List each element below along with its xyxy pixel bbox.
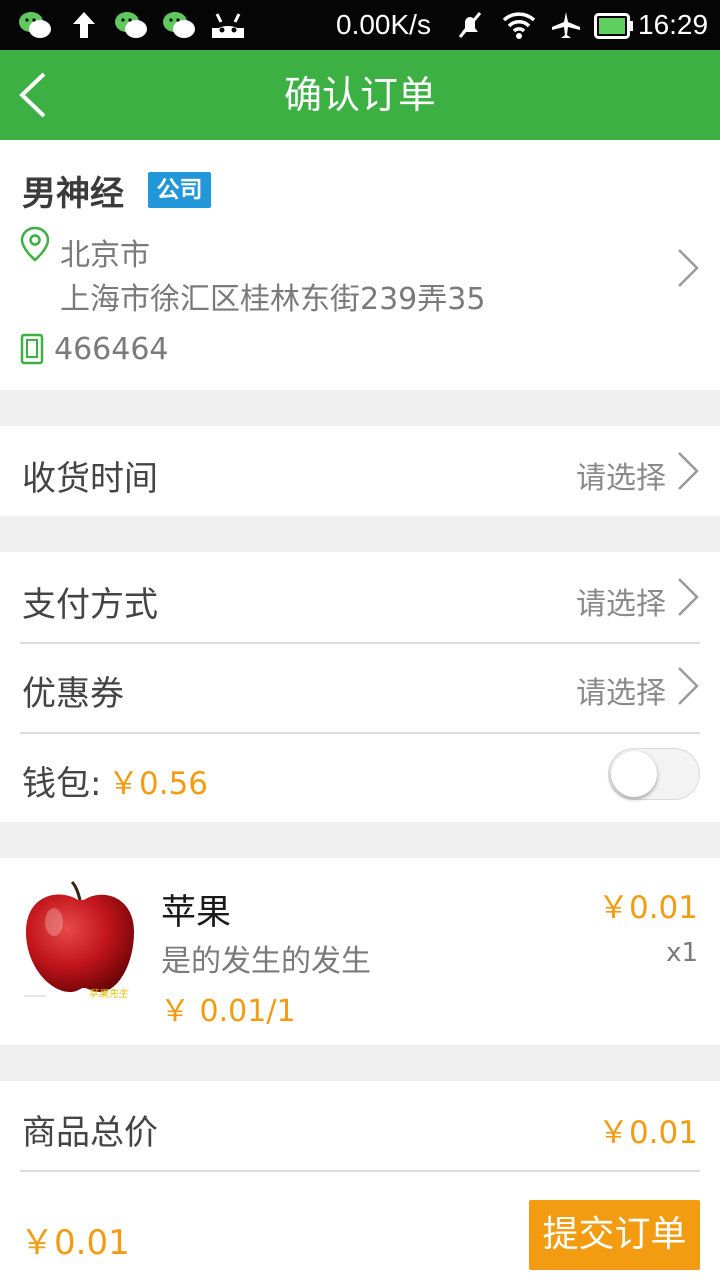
toggle-knob — [611, 751, 657, 797]
product-description: 是的发生的发生 — [161, 944, 371, 979]
product-item: 苹果先生 苹果 是的发生的发生 ￥ 0.01/1 ￥0.01 x1 — [0, 858, 720, 1045]
coupon-label: 优惠券 — [22, 674, 124, 714]
delivery-time-row[interactable]: 收货时间 请选择 — [0, 426, 720, 516]
chevron-right-icon — [678, 249, 699, 287]
product-quantity: x1 — [666, 938, 698, 968]
product-image-apple: 苹果先生 — [24, 880, 134, 1000]
total-amount: ￥0.01 — [20, 1223, 130, 1263]
address-city: 北京市 — [60, 238, 150, 273]
payment-method-row[interactable]: 支付方式 请选择 — [0, 552, 720, 642]
wallet-label: 钱包: — [22, 764, 102, 804]
location-pin-icon — [20, 226, 50, 262]
wechat-icon — [19, 12, 51, 38]
submit-order-button[interactable]: 提交订单 — [529, 1200, 700, 1270]
product-price: ￥0.01 — [597, 890, 698, 926]
wifi-icon — [502, 12, 536, 39]
wechat-icon — [163, 12, 195, 38]
chevron-right-icon — [678, 578, 699, 616]
subtotal-label: 商品总价 — [22, 1113, 158, 1153]
upload-arrow-icon — [73, 12, 95, 38]
image-watermark-text: 苹果先生 — [88, 988, 129, 1000]
product-name: 苹果 — [161, 893, 232, 933]
delivery-time-value: 请选择 — [576, 461, 666, 496]
battery-icon — [594, 13, 633, 39]
address-detail: 上海市徐汇区桂林东街239弄35 — [60, 282, 486, 317]
product-unit-price: ￥ 0.01/1 — [160, 994, 296, 1029]
mute-icon — [458, 12, 482, 38]
android-icon — [212, 13, 244, 38]
phone-icon — [20, 333, 44, 365]
payment-method-label: 支付方式 — [22, 585, 158, 625]
page-title: 确认订单 — [283, 73, 436, 117]
recipient-phone: 466464 — [54, 332, 169, 367]
address-card[interactable]: 男神经 公司 北京市 上海市徐汇区桂林东街239弄35 466464 — [0, 140, 720, 390]
network-speed: 0.00K/s — [336, 9, 431, 40]
status-bar: 0.00K/s 16:29 — [0, 0, 720, 50]
delivery-time-label: 收货时间 — [22, 459, 158, 499]
recipient-name: 男神经 — [22, 174, 124, 214]
chevron-right-icon — [678, 667, 699, 705]
chevron-right-icon — [678, 452, 699, 490]
wechat-icon — [115, 12, 147, 38]
title-bar: 确认订单 — [0, 50, 720, 140]
wallet-row: 钱包: ￥0.56 — [0, 734, 720, 822]
wallet-balance: ￥0.56 — [108, 766, 209, 802]
payment-method-value: 请选择 — [576, 587, 666, 622]
subtotal-value: ￥0.01 — [597, 1115, 698, 1151]
coupon-row[interactable]: 优惠券 请选择 — [0, 644, 720, 732]
airplane-icon — [552, 12, 580, 38]
payment-section: 支付方式 请选择 优惠券 请选择 钱包: ￥0.56 — [0, 552, 720, 822]
wallet-toggle[interactable] — [608, 748, 700, 800]
clock: 16:29 — [638, 9, 709, 40]
coupon-value: 请选择 — [576, 676, 666, 711]
address-tag-badge: 公司 — [148, 172, 211, 208]
divider — [20, 1170, 700, 1172]
